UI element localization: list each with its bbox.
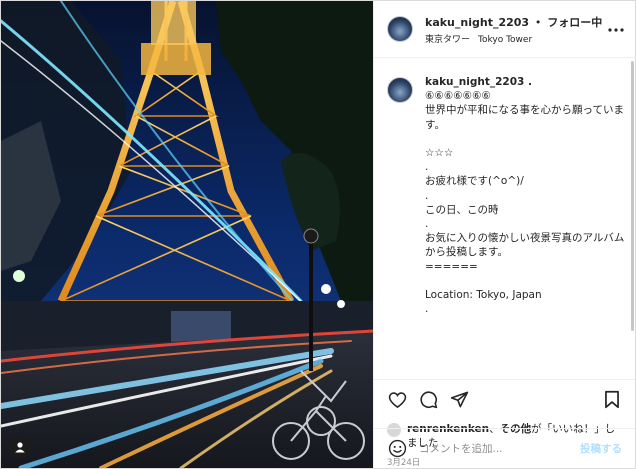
more-dots-icon <box>608 28 624 32</box>
caption-line: お気に入りの懐かしい夜景写真のアルバムから投稿します。 <box>425 232 625 259</box>
action-bar <box>374 379 635 419</box>
post-dialog: kaku_night_2203 • フォロー中 東京タワー Tokyo Tower… <box>0 0 636 469</box>
location[interactable]: 東京タワー Tokyo Tower <box>425 32 602 45</box>
share-icon <box>450 391 468 408</box>
caption-line: . <box>425 161 429 174</box>
caption-line: ====== <box>425 260 478 273</box>
comment-button[interactable] <box>418 390 438 410</box>
caption-line: Location: Tokyo, Japan <box>425 289 542 302</box>
caption-line <box>425 274 625 288</box>
comment-icon <box>419 391 437 409</box>
save-button[interactable] <box>602 390 622 410</box>
heart-icon <box>388 391 406 408</box>
more-options-button[interactable] <box>607 21 625 37</box>
username-link[interactable]: kaku_night_2203 <box>425 16 529 29</box>
emoji-icon <box>388 439 406 458</box>
post-sidebar: kaku_night_2203 • フォロー中 東京タワー Tokyo Tower… <box>373 1 635 468</box>
location-en[interactable]: Tokyo Tower <box>478 35 532 45</box>
caption-lines: ⑥⑥⑥⑥⑥⑥⑥ 世界中が平和になる事を心から願っています。 ☆☆☆ . お疲れ様… <box>425 89 625 316</box>
post-header-text: kaku_night_2203 • フォロー中 東京タワー Tokyo Tower <box>425 14 602 45</box>
following-button[interactable]: フォロー中 <box>547 16 602 29</box>
post-comment-button[interactable]: 投稿する <box>580 441 622 456</box>
caption-line: お疲れ様です(^o^)/ <box>425 175 524 188</box>
post-header-line: kaku_night_2203 • フォロー中 <box>425 14 602 30</box>
caption-line: この日、この時 <box>425 203 499 216</box>
avatar[interactable] <box>387 16 413 42</box>
bookmark-icon <box>605 390 619 409</box>
emoji-button[interactable] <box>387 439 407 459</box>
user-icon <box>15 442 25 453</box>
like-button[interactable] <box>387 390 407 410</box>
separator-dot: • <box>534 15 542 29</box>
caption-area: kaku_night_2203 . ⑥⑥⑥⑥⑥⑥⑥ 世界中が平和になる事を心から… <box>374 58 635 379</box>
post-header: kaku_night_2203 • フォロー中 東京タワー Tokyo Tower <box>374 1 635 58</box>
comment-input[interactable]: コメントを追加... <box>419 441 580 456</box>
tokyo-tower-night-photo <box>1 1 373 468</box>
comment-bar: コメントを追加... 投稿する <box>374 428 635 468</box>
caption-username[interactable]: kaku_night_2203 . <box>425 75 625 89</box>
caption-line: ☆☆☆ <box>425 147 454 159</box>
caption-avatar[interactable] <box>387 77 413 103</box>
caption-line: . <box>425 218 429 231</box>
tagged-users-button[interactable] <box>8 435 32 459</box>
caption-scrollbar[interactable] <box>631 61 634 331</box>
caption-line: 世界中が平和になる事を心から願っています。 <box>425 104 624 131</box>
caption-body: kaku_night_2203 . ⑥⑥⑥⑥⑥⑥⑥ 世界中が平和になる事を心から… <box>425 75 625 379</box>
share-button[interactable] <box>449 390 469 410</box>
caption-line: ⑥⑥⑥⑥⑥⑥⑥ <box>425 90 491 103</box>
caption-line: . <box>425 303 429 316</box>
caption-line <box>425 132 625 146</box>
caption-line: . <box>425 189 429 202</box>
location-ja[interactable]: 東京タワー <box>425 35 470 45</box>
post-photo[interactable] <box>1 1 373 468</box>
